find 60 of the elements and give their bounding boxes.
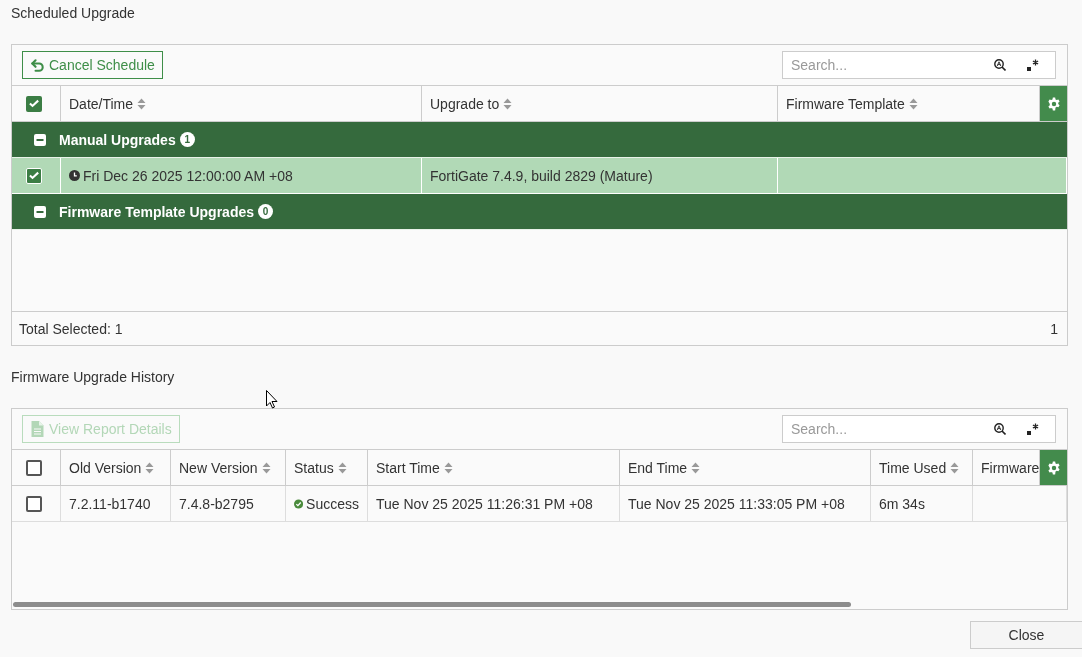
sort-icon[interactable] <box>337 461 347 474</box>
document-icon <box>31 421 44 437</box>
sort-icon[interactable] <box>261 461 271 474</box>
group-label: Manual Upgrades <box>59 131 176 148</box>
group-count: 1 <box>179 132 195 147</box>
sort-icon[interactable] <box>145 461 155 474</box>
check-icon <box>29 171 39 180</box>
table-cell: 7.4.8-b2795 <box>171 486 286 521</box>
table-cell: 6m 34s <box>871 486 973 521</box>
search-box[interactable]: Search... <box>782 415 1056 443</box>
table-cell: 7.2.11-b1740 <box>61 486 171 521</box>
checkbox[interactable] <box>26 459 42 476</box>
sort-icon[interactable] <box>691 461 701 474</box>
column-header[interactable]: Upgrade to <box>422 86 778 121</box>
status-text: Success <box>306 495 359 512</box>
check-icon <box>29 99 39 108</box>
checkbox[interactable] <box>26 495 42 512</box>
sort-icon[interactable] <box>908 97 918 110</box>
column-header[interactable]: Start Time <box>368 450 620 485</box>
settings-button[interactable] <box>1040 86 1067 121</box>
column-header[interactable]: Time Used <box>871 450 973 485</box>
group-count: 0 <box>258 204 274 219</box>
search-box[interactable]: Search... <box>782 51 1056 79</box>
row-count: 1 <box>1050 320 1058 337</box>
regex-icon[interactable] <box>1027 59 1039 71</box>
clock-icon <box>69 170 80 181</box>
table-cell: Tue Nov 25 2025 11:33:05 PM +08 <box>620 486 871 521</box>
column-header[interactable]: New Version <box>171 450 286 485</box>
regex-icon[interactable] <box>1027 423 1039 435</box>
column-header[interactable]: Old Version <box>61 450 171 485</box>
column-header[interactable]: Date/Time <box>61 86 422 121</box>
schedule-time: Fri Dec 26 2025 12:00:00 AM +08 <box>83 167 293 184</box>
column-header[interactable]: End Time <box>620 450 871 485</box>
column-header[interactable]: Status <box>286 450 368 485</box>
selection-summary: Total Selected: 1 <box>19 320 123 337</box>
scrollbar-thumb[interactable] <box>13 602 851 607</box>
table-cell: FortiGate 7.4.9, build 2829 (Mature) <box>422 158 778 193</box>
cancel-button[interactable]: Cancel Schedule <box>22 51 163 79</box>
sort-icon[interactable] <box>443 461 453 474</box>
settings-icon <box>1046 96 1061 111</box>
search-icon[interactable] <box>994 423 1006 435</box>
collapse-icon[interactable] <box>34 205 46 218</box>
collapse-icon[interactable] <box>34 133 46 146</box>
undo-icon <box>31 58 44 72</box>
settings-button[interactable] <box>1040 450 1067 485</box>
table-row[interactable]: Fri Dec 26 2025 12:00:00 AM +08 FortiGate 7.4.9, build 2829 (Mature) <box>12 158 1067 194</box>
table-row[interactable]: 7.2.11-b1740 7.4.8-b2795 Success Tue Nov 25 2025 11:26:31 PM +08 Tue Nov 25 2025 11:33:05 PM +08 6m 34s <box>12 486 1067 522</box>
table-cell: Tue Nov 25 2025 11:26:31 PM +08 <box>368 486 620 521</box>
search-input[interactable]: Search... <box>783 416 973 442</box>
group-label: Firmware Template Upgrades <box>59 203 255 220</box>
search-input[interactable]: Search... <box>783 52 973 78</box>
settings-icon <box>1046 460 1061 475</box>
section-title: Firmware Upgrade History <box>11 368 175 386</box>
search-icon[interactable] <box>994 59 1006 71</box>
close-button[interactable]: Close <box>970 621 1082 649</box>
section-title: Scheduled Upgrade <box>11 4 135 22</box>
sort-icon[interactable] <box>950 461 960 474</box>
sort-icon[interactable] <box>137 97 147 110</box>
checkbox[interactable] <box>26 95 42 112</box>
sort-icon[interactable] <box>503 97 513 110</box>
